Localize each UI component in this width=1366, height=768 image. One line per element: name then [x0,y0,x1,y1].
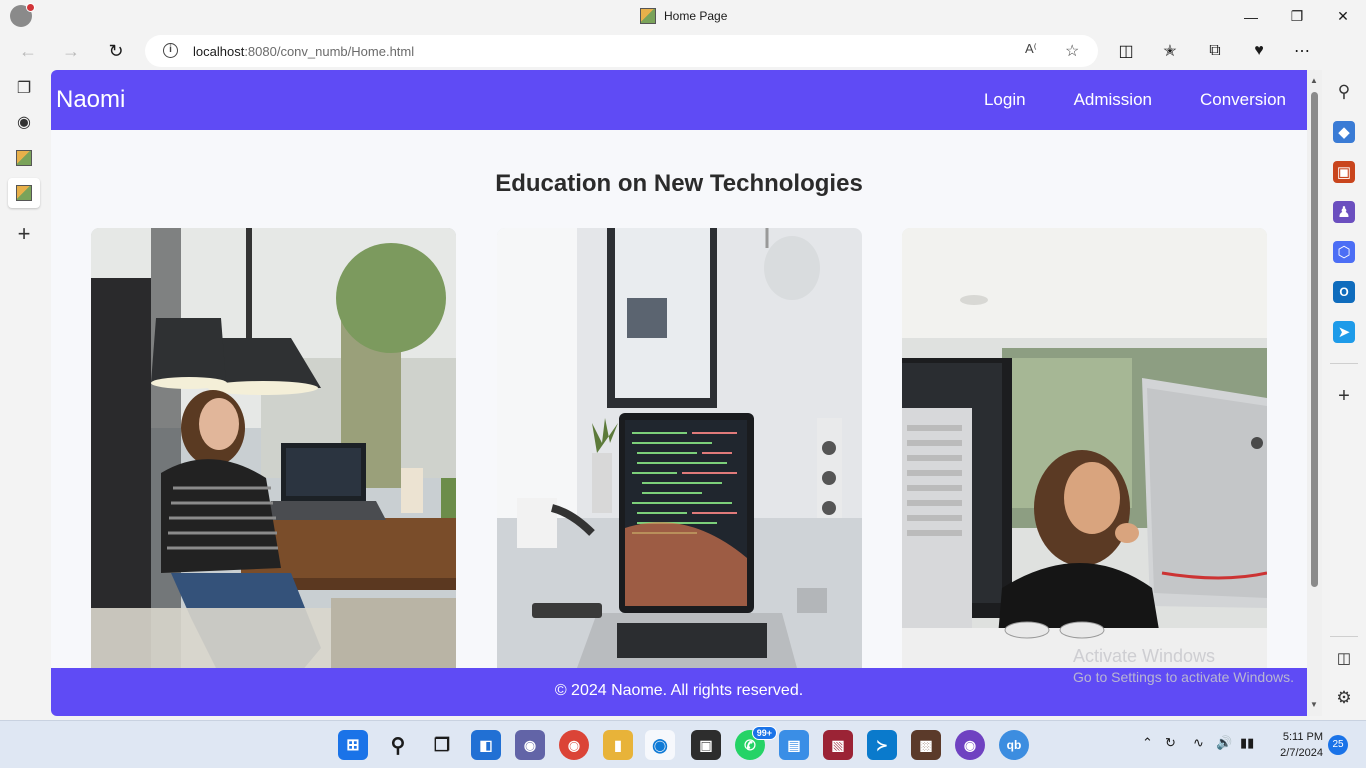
chrome-icon[interactable]: ◉ [559,730,589,760]
refresh-icon[interactable]: ↻ [103,39,129,63]
outlook-icon[interactable]: O [1333,281,1355,303]
page-heading: Education on New Technologies [495,170,863,197]
windows-taskbar: ⊞ ⚲ ❐ ◧ ◉ ◉ ▮ ◉ ▣ ✆ 99+ ▤ ▧ ≻ ▩ ◉ qb ⌃ ↻ … [0,720,1366,768]
tab-github-icon[interactable]: ◉ [8,107,40,137]
clock-time: 5:11 PM [1282,731,1323,743]
search-icon[interactable]: ⚲ [1333,81,1355,103]
windows-activation-watermark: Activate Windows Go to Settings to activ… [1073,646,1294,685]
sync-icon[interactable]: ↻ [1165,735,1176,751]
photo-office-computer [902,228,1267,678]
start-icon[interactable]: ⊞ [338,730,368,760]
sidebar-divider [1330,363,1358,364]
collections-icon[interactable]: ⧉ [1201,39,1229,63]
url-host: localhost [193,44,245,59]
nav-conversion-link[interactable]: Conversion [1200,90,1286,110]
site-header: Naomi Login Admission Conversion [51,70,1307,130]
address-bar[interactable]: i localhost:8080/conv_numb/Home.html A⁽ … [145,35,1098,67]
battery-icon[interactable]: ▮▮ [1240,735,1254,751]
minimize-icon[interactable]: — [1228,0,1274,33]
card-image-office-computer [902,228,1267,678]
browser-toolbar: ← → ↻ i localhost:8080/conv_numb/Home.ht… [0,33,1366,69]
site-brand[interactable]: Naomi [56,86,125,114]
github-desktop-icon[interactable]: ◉ [955,730,985,760]
tab-page-favicon-icon[interactable] [8,143,40,173]
winrar-icon[interactable]: ▧ [823,730,853,760]
vscode-icon[interactable]: ≻ [867,730,897,760]
tab-home-page-active[interactable] [8,178,40,208]
watermark-line-2: Go to Settings to activate Windows. [1073,669,1294,685]
qbittorrent-icon[interactable]: qb [999,730,1029,760]
web-page: Naomi Login Admission Conversion Educati… [51,70,1307,716]
sidebar-settings-icon[interactable]: ⚙ [1333,687,1355,709]
vertical-tabs-strip: ❐ ◉ + [0,69,50,720]
notepad-icon[interactable]: ▤ [779,730,809,760]
widgets-icon[interactable]: ◧ [471,730,501,760]
url-text[interactable]: localhost:8080/conv_numb/Home.html [193,44,414,59]
favorites-icon[interactable]: ✭ [1156,39,1184,63]
app-icon[interactable]: ▩ [911,730,941,760]
more-menu-icon[interactable]: ⋯ [1288,39,1316,63]
window-controls: — ❐ ✕ [1228,0,1366,33]
browser-essentials-icon[interactable]: ♥ [1245,39,1273,63]
scrollbar-thumb[interactable] [1311,92,1318,587]
photo-laptop-desk [497,228,862,678]
show-hidden-icons-icon[interactable]: ⌃ [1142,735,1153,751]
wifi-icon[interactable]: ∿ [1193,735,1204,751]
hide-sidebar-icon[interactable]: ◫ [1333,647,1355,669]
card-image-cafe-laptop [91,228,456,678]
browser-title-bar: Home Page — ❐ ✕ [0,0,1366,33]
taskbar-clock[interactable]: 5:11 PM 2/7/2024 [1270,729,1323,761]
new-tab-icon[interactable]: + [8,219,40,249]
scroll-up-icon[interactable]: ▲ [1310,76,1318,85]
sidebar-divider-bottom [1330,636,1358,637]
task-view-icon[interactable]: ❐ [427,730,457,760]
games-icon[interactable]: ♟ [1333,201,1355,223]
url-path: :8080/conv_numb/Home.html [244,44,415,59]
split-screen-icon[interactable]: ◫ [1112,39,1140,63]
site-nav: Login Admission Conversion [984,90,1286,110]
site-info-icon[interactable]: i [163,43,178,58]
scroll-down-icon[interactable]: ▼ [1310,700,1318,709]
photo-cafe-laptop [91,228,456,678]
notification-badge[interactable]: 25 [1328,735,1348,755]
file-explorer-icon[interactable]: ▮ [603,730,633,760]
add-sidebar-app-icon[interactable]: + [1333,385,1355,407]
shopping-icon[interactable]: ◆ [1333,121,1355,143]
page-favicon-icon [640,8,656,24]
window-title: Home Page [640,8,727,24]
forward-icon[interactable]: → [58,39,84,63]
edge-sidebar: ⚲ ◆ ▣ ♟ ⬡ O ➤ + ◫ ⚙ [1322,33,1366,720]
profile-avatar-icon[interactable] [10,3,35,27]
microsoft-365-icon[interactable]: ⬡ [1333,241,1355,263]
favorite-star-icon[interactable]: ☆ [1065,41,1079,61]
nav-admission-link[interactable]: Admission [1074,90,1152,110]
tools-icon[interactable]: ▣ [1333,161,1355,183]
store-icon[interactable]: ▣ [691,730,721,760]
edge-icon[interactable]: ◉ [645,730,675,760]
back-icon[interactable]: ← [15,39,41,63]
drop-icon[interactable]: ➤ [1333,321,1355,343]
page-scrollbar[interactable]: ▲ ▼ [1307,70,1322,716]
card-image-laptop-desk [497,228,862,678]
watermark-line-1: Activate Windows [1073,646,1216,666]
whatsapp-badge: 99+ [751,726,777,740]
clock-date: 2/7/2024 [1280,747,1323,759]
tab-actions-icon[interactable]: ❐ [8,73,40,103]
window-title-text: Home Page [664,9,728,23]
teams-chat-icon[interactable]: ◉ [515,730,545,760]
volume-icon[interactable]: 🔊 [1216,735,1232,751]
nav-login-link[interactable]: Login [984,90,1026,110]
whatsapp-icon[interactable]: ✆ 99+ [735,726,777,760]
restore-icon[interactable]: ❐ [1274,0,1320,33]
close-icon[interactable]: ✕ [1320,0,1366,33]
taskbar-search-icon[interactable]: ⚲ [383,730,413,760]
read-aloud-icon[interactable]: A⁽ [1025,41,1037,57]
